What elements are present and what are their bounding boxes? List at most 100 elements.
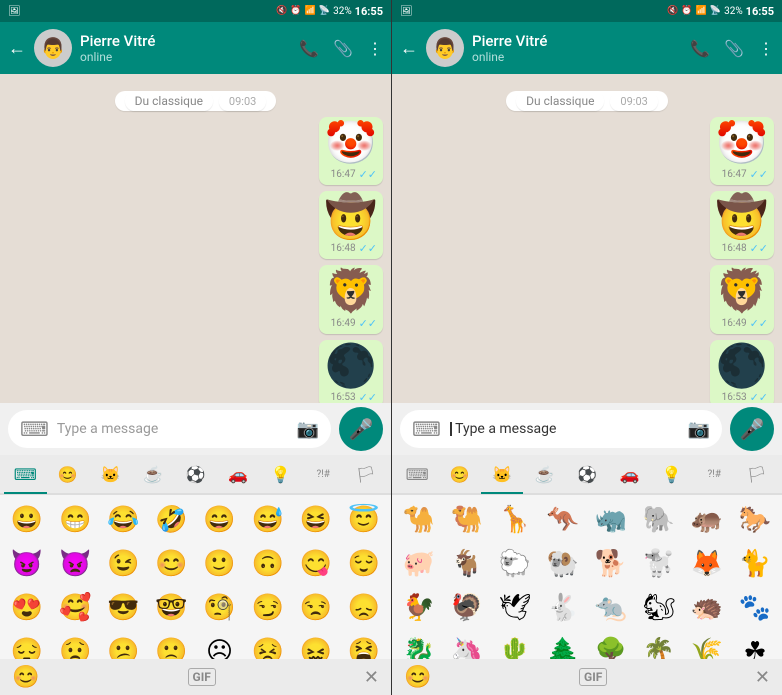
menu-icon-left[interactable]: ⋮ [367,39,383,58]
emoji-cell[interactable]: 😌 [341,543,387,585]
gif-label-right[interactable]: GIF [579,668,607,686]
animal-cell[interactable]: 🐫 [444,499,490,541]
emoji-cell[interactable]: 🤓 [148,587,194,629]
phone-icon-left[interactable]: 📞 [299,39,319,58]
animal-cell[interactable]: 🌴 [636,631,682,659]
emoji-cell[interactable]: 😂 [100,499,146,541]
animal-cell[interactable]: ☘ [732,631,778,659]
emoji-cell[interactable]: 😫 [341,631,387,659]
animal-cell[interactable]: 🦔 [684,587,730,629]
tab-flags-right[interactable]: 🏳 [736,457,778,494]
tab-smiley-left[interactable]: 😊 [47,457,90,494]
animal-cell[interactable]: 🐑 [492,543,538,585]
animal-cell[interactable]: 🌲 [540,631,586,659]
animal-cell[interactable]: 🌾 [684,631,730,659]
tab-travel-right[interactable]: 🚗 [608,457,650,494]
mic-button-right[interactable]: 🎤 [730,407,774,451]
emoji-cell[interactable]: 😅 [245,499,291,541]
emoji-cell[interactable]: 😍 [4,587,50,629]
emoji-cell[interactable]: ☹ [197,631,243,659]
emoji-cell[interactable]: 😣 [245,631,291,659]
animal-cell[interactable]: 🦏 [588,499,634,541]
camera-icon-right[interactable]: 📷 [688,419,710,440]
emoji-cell[interactable]: 😀 [4,499,50,541]
tab-food-left[interactable]: ☕ [132,457,175,494]
animal-cell[interactable]: 🌵 [492,631,538,659]
animal-cell[interactable]: 🐾 [732,587,778,629]
animal-cell[interactable]: 🌳 [588,631,634,659]
animal-cell[interactable]: 🦄 [444,631,490,659]
animal-cell[interactable]: 🐖 [396,543,442,585]
emoji-cell[interactable]: 😆 [293,499,339,541]
message-input-left[interactable]: Type a message [57,421,289,437]
animal-cell[interactable]: 🐉 [396,631,442,659]
tab-activity-left[interactable]: ⚽ [174,457,217,494]
tab-animal-left[interactable]: 🐱 [89,457,132,494]
tab-smiley-right[interactable]: 😊 [438,457,480,494]
emoji-cell[interactable]: 😟 [52,631,98,659]
emoji-cell[interactable]: 😄 [197,499,243,541]
paperclip-icon-left[interactable]: 📎 [333,39,353,58]
animal-cell[interactable]: 🐪 [396,499,442,541]
emoji-cell[interactable]: 😎 [100,587,146,629]
animal-cell[interactable]: 🐎 [732,499,778,541]
animal-cell[interactable]: 🦒 [492,499,538,541]
paperclip-icon-right[interactable]: 📎 [724,39,744,58]
animal-cell[interactable]: 🐓 [396,587,442,629]
emoji-cell[interactable]: 👿 [52,543,98,585]
animal-cell[interactable]: 🐐 [444,543,490,585]
mic-button-left[interactable]: 🎤 [339,407,383,451]
keyboard-bottom-emoji-right[interactable]: 😊 [404,665,431,690]
animal-cell[interactable]: 🐩 [636,543,682,585]
message-input-box-left[interactable]: ⌨ Type a message 📷 [8,410,331,448]
tab-activity-right[interactable]: ⚽ [566,457,608,494]
tab-animal-right[interactable]: 🐱 [481,457,523,494]
tab-food-right[interactable]: ☕ [523,457,565,494]
emoji-cell[interactable]: 😔 [4,631,50,659]
emoji-cell[interactable]: 😏 [245,587,291,629]
tab-objects-right[interactable]: 💡 [651,457,693,494]
emoji-cell[interactable]: 🙃 [245,543,291,585]
gif-label-left[interactable]: GIF [188,668,216,686]
emoji-cell[interactable]: 😒 [293,587,339,629]
emoji-cell[interactable]: 😈 [4,543,50,585]
emoji-cell[interactable]: 🙁 [148,631,194,659]
emoji-cell[interactable]: 😁 [52,499,98,541]
animal-cell[interactable]: 🐀 [588,587,634,629]
back-button-right[interactable]: ← [400,38,418,59]
emoji-cell[interactable]: 🥰 [52,587,98,629]
tab-keyboard-right[interactable]: ⌨ [396,457,438,494]
animal-cell[interactable]: 🕊 [492,587,538,629]
animal-cell[interactable]: 🐿 [636,587,682,629]
animal-cell[interactable]: 🐇 [540,587,586,629]
emoji-cell[interactable]: 🙂 [197,543,243,585]
animal-cell[interactable]: 🐏 [540,543,586,585]
emoji-cell[interactable]: 😇 [341,499,387,541]
emoji-cell[interactable]: 😕 [100,631,146,659]
emoji-cell[interactable]: 😋 [293,543,339,585]
emoji-input-icon-left[interactable]: ⌨ [20,417,49,441]
tab-symbols-right[interactable]: ?!# [693,461,735,490]
emoji-cell[interactable]: 😞 [341,587,387,629]
camera-icon-left[interactable]: 📷 [297,419,319,440]
phone-icon-right[interactable]: 📞 [690,39,710,58]
emoji-cell[interactable]: 😖 [293,631,339,659]
emoji-cell[interactable]: 😉 [100,543,146,585]
emoji-input-icon-right[interactable]: ⌨ [412,417,441,441]
delete-key-left[interactable]: ✕ [364,667,379,688]
emoji-cell[interactable]: 🧐 [197,587,243,629]
delete-key-right[interactable]: ✕ [755,667,770,688]
tab-keyboard-left[interactable]: ⌨ [4,457,47,494]
back-button-left[interactable]: ← [8,38,26,59]
animal-cell[interactable]: 🦘 [540,499,586,541]
animal-cell[interactable]: 🐈 [732,543,778,585]
tab-symbols-left[interactable]: ?!# [302,461,345,490]
animal-cell[interactable]: 🐕 [588,543,634,585]
animal-cell[interactable]: 🦊 [684,543,730,585]
keyboard-bottom-emoji-left[interactable]: 😊 [12,665,39,690]
message-input-box-right[interactable]: ⌨ Type a message 📷 [400,410,722,448]
emoji-cell[interactable]: 😊 [148,543,194,585]
tab-travel-left[interactable]: 🚗 [217,457,260,494]
animal-cell[interactable]: 🦛 [684,499,730,541]
animal-cell[interactable]: 🐘 [636,499,682,541]
